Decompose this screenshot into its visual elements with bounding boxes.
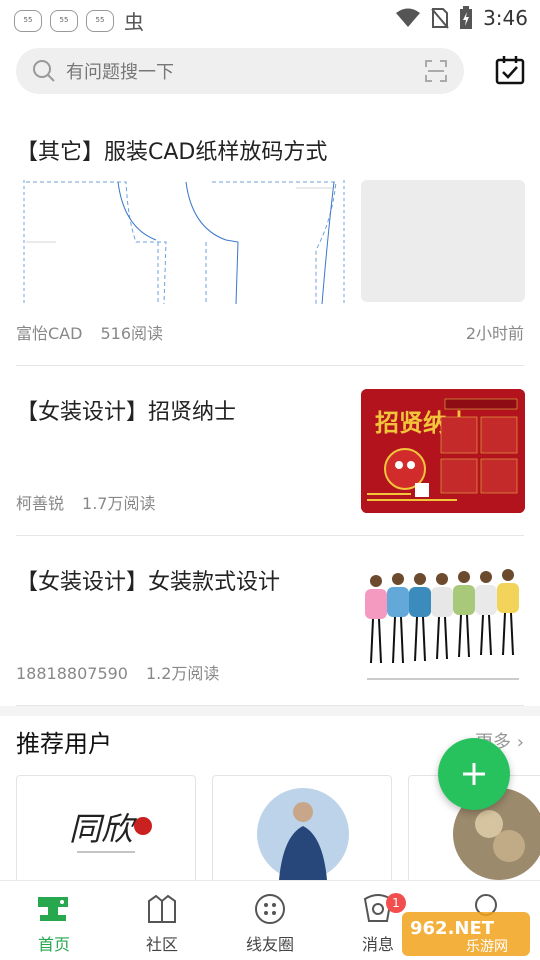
user-logo: 同欣	[69, 810, 152, 853]
site-watermark-logo: 962.NET 乐游网	[402, 912, 530, 956]
fashion-sketch-thumbnail	[361, 559, 525, 683]
button-icon	[255, 894, 285, 924]
calendar-checkin-icon[interactable]	[494, 54, 526, 86]
user-card[interactable]: 同欣	[16, 775, 196, 885]
battery-charging-icon	[460, 6, 473, 29]
tab-label: 社区	[145, 935, 178, 954]
article-meta: 富怡CAD 516阅读	[16, 320, 163, 344]
tab-label: 消息	[361, 935, 394, 954]
bug-icon: 虫	[124, 10, 144, 34]
article-author: 18818807590	[16, 664, 128, 683]
search-placeholder: 有问题搜一下	[66, 62, 174, 83]
article-author: 柯善锐	[16, 494, 65, 513]
app-notification-icon: 55	[86, 9, 114, 32]
article-meta: 18818807590 1.2万阅读	[16, 660, 219, 684]
pattern-thumbnail	[16, 180, 348, 304]
section-separator	[0, 706, 540, 716]
tab-home[interactable]: 首页	[0, 881, 108, 960]
article-title: 【女装设计】招贤纳士	[16, 400, 237, 425]
search-icon	[33, 60, 55, 82]
chevron-right-icon: ›	[516, 732, 524, 753]
app-notification-icon: 55	[50, 9, 78, 32]
svg-text:同欣: 同欣	[69, 810, 138, 848]
search-input[interactable]: 有问题搜一下	[16, 48, 464, 94]
plus-icon	[463, 763, 485, 785]
article-meta: 柯善锐 1.7万阅读	[16, 490, 155, 514]
tab-label: 线友圈	[245, 935, 294, 954]
article-time: 2小时前	[465, 324, 524, 343]
watermark-sub: 乐游网	[466, 939, 508, 955]
fashion-figures-graphic	[365, 569, 519, 680]
article-author: 富怡CAD	[16, 324, 83, 343]
user-card[interactable]	[212, 775, 392, 885]
article-reads: 516阅读	[100, 324, 163, 343]
wifi-icon	[396, 8, 421, 27]
unread-badge: 1	[386, 893, 406, 913]
user-avatar	[257, 788, 349, 880]
no-sim-icon	[431, 8, 449, 29]
tab-label: 首页	[37, 935, 70, 954]
article-reads: 1.2万阅读	[145, 664, 220, 683]
add-post-button[interactable]	[438, 738, 510, 810]
article-title: 【女装设计】女装款式设计	[16, 570, 281, 595]
recruit-poster-thumbnail: 招贤纳士	[361, 389, 525, 513]
status-bar: 55 55 55 虫 3:46	[0, 0, 540, 38]
sewing-machine-icon	[38, 897, 68, 921]
shirt-icon	[148, 894, 176, 923]
scan-icon[interactable]	[424, 59, 448, 83]
recommend-title: 推荐用户	[16, 730, 112, 758]
watermark-brand: 962.NET	[410, 918, 495, 939]
recruit-poster-graphic: 招贤纳士	[361, 389, 525, 513]
notification-icons: 55 55 55 虫	[14, 6, 144, 35]
app-notification-icon: 55	[14, 9, 42, 32]
clock: 3:46	[483, 6, 528, 30]
article-title: 【其它】服装CAD纸样放码方式	[16, 140, 328, 165]
tab-community[interactable]: 社区	[108, 881, 216, 960]
article-reads: 1.7万阅读	[82, 494, 156, 513]
article-thumbnail	[361, 180, 525, 302]
search-row: 有问题搜一下	[0, 48, 540, 96]
tab-friends-circle[interactable]: 线友圈	[216, 881, 324, 960]
